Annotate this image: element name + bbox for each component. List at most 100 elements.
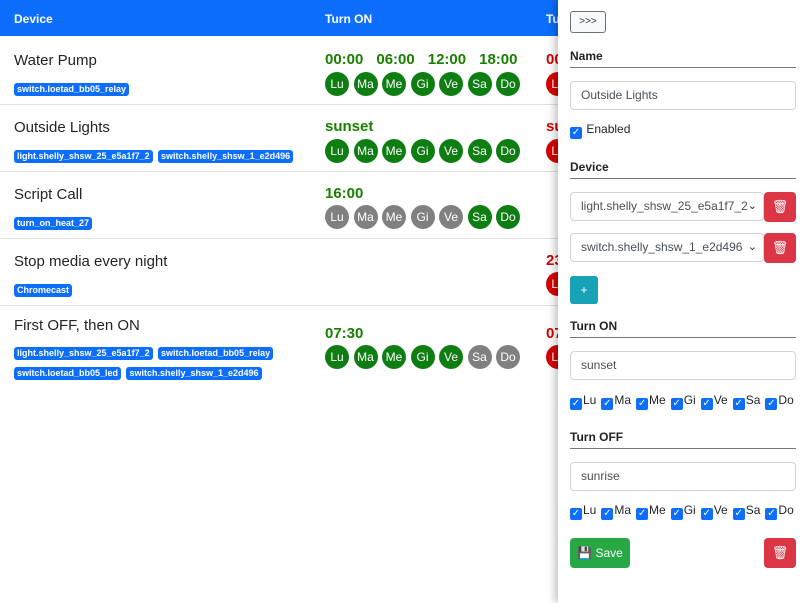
delete-schedule-button[interactable]: 🗑 (764, 538, 796, 568)
divider (570, 337, 796, 338)
day-checkbox-label: Me (649, 393, 666, 407)
entity-badges: Chromecast (14, 280, 314, 300)
turn-off-input[interactable]: sunrise (570, 462, 796, 491)
trash-icon: 🗑 (771, 240, 789, 255)
day-checkbox-label: Gi (683, 503, 696, 517)
day-badge: Ve (439, 72, 463, 96)
divider (570, 448, 796, 449)
day-checkbox[interactable]: ✓ (732, 508, 745, 520)
turn-on-times: sunset (325, 118, 386, 135)
enabled-checkbox-row[interactable]: ✓ Enabled (570, 122, 630, 139)
device-name: Stop media every night (14, 253, 168, 270)
device-name: Script Call (14, 186, 83, 203)
day-checkbox[interactable]: ✓ (732, 398, 745, 410)
day-badge: Lu (325, 345, 349, 369)
device-select-value: switch.shelly_shsw_1_e2d496 (581, 240, 743, 254)
device-name: First OFF, then ON (14, 317, 140, 334)
day-checkbox[interactable]: ✓ (700, 398, 713, 410)
day-checkbox[interactable]: ✓ (670, 508, 683, 520)
entity-badge: light.shelly_shsw_25_e5a1f7_2 (14, 150, 153, 163)
entity-badge: turn_on_heat_27 (14, 217, 93, 230)
day-checkbox-label: Sa (745, 393, 761, 407)
entity-badges: light.shelly_shsw_25_e5a1f7_2 switch.loe… (14, 343, 314, 383)
turn-on-time: 12:00 (427, 51, 467, 68)
chevron-down-icon: ⌄ (747, 200, 757, 212)
turn-on-day-checkboxes: ✓ Lu ✓ Ma ✓ Me ✓ Gi ✓ Ve ✓ Sa ✓ Do (570, 393, 799, 410)
day-badge: Sa (467, 139, 492, 163)
header-turn-on: Turn ON (325, 12, 373, 26)
turn-on-time: 18:00 (479, 51, 518, 68)
entity-badge: switch.loetad_bb05_relay (14, 83, 130, 96)
day-badge: Ma (353, 205, 378, 229)
day-badge: Lu (325, 205, 349, 229)
turn-on-title: Turn ON (570, 319, 618, 333)
day-badge: Me (382, 72, 406, 96)
day-badge: Sa (467, 345, 492, 369)
day-badge: Ma (353, 345, 378, 369)
device-select[interactable]: light.shelly_shsw_25_e5a1f7_2 ⌄ (570, 192, 764, 221)
day-checkbox-label: Lu (583, 503, 597, 517)
device-select[interactable]: switch.shelly_shsw_1_e2d496 ⌄ (570, 233, 764, 262)
day-badge: Do (496, 205, 520, 229)
entity-badges: turn_on_heat_27 (14, 213, 314, 233)
day-badge: Ve (439, 345, 463, 369)
day-checkbox[interactable]: ✓ (601, 398, 614, 410)
entity-badge: switch.loetad_bb05_relay (158, 347, 274, 360)
day-checkbox[interactable]: ✓ (670, 398, 683, 410)
turn-on-times: 07:30 (325, 325, 376, 342)
device-title: Device (570, 160, 609, 174)
day-checkbox[interactable]: ✓ (765, 398, 778, 410)
day-badge: Gi (410, 72, 435, 96)
turn-on-time: 06:00 (376, 51, 415, 68)
divider (570, 67, 796, 68)
day-checkbox-label: Do (778, 393, 794, 407)
entity-badge: switch.shelly_shsw_1_e2d496 (126, 367, 262, 380)
collapse-panel-button[interactable]: >>> (570, 11, 606, 33)
edit-panel: >>> Name Outside Lights ✓ Enabled Device… (558, 0, 805, 603)
day-checkbox-label: Ma (614, 503, 632, 517)
add-device-button[interactable]: + (570, 276, 598, 304)
turn-on-days: Lu Ma Me Gi Ve Sa Do (325, 139, 525, 163)
day-checkbox[interactable]: ✓ (765, 508, 778, 520)
entity-badge: Chromecast (14, 284, 73, 297)
turn-on-days: Lu Ma Me Gi Ve Sa Do (325, 72, 525, 96)
day-checkbox[interactable]: ✓ (570, 508, 582, 520)
header-device: Device (14, 12, 53, 26)
entity-badges: light.shelly_shsw_25_e5a1f7_2 switch.she… (14, 146, 314, 166)
day-checkbox-label: Me (649, 503, 666, 517)
device-select-value: light.shelly_shsw_25_e5a1f7_2 (581, 199, 748, 213)
day-badge: Do (496, 345, 520, 369)
day-checkbox[interactable]: ✓ (570, 398, 582, 410)
day-badge: Ma (353, 139, 378, 163)
day-checkbox-label: Lu (583, 393, 597, 407)
day-checkbox-label: Ma (614, 393, 632, 407)
save-icon: 💾 (577, 546, 593, 560)
turn-on-times: 00:00 06:00 12:00 18:00 (325, 51, 531, 68)
turn-on-input[interactable]: sunset (570, 351, 796, 380)
divider (570, 178, 796, 179)
save-label: Save (595, 546, 623, 560)
enabled-checkbox[interactable]: ✓ (570, 127, 582, 139)
turn-on-time: 16:00 (325, 185, 364, 202)
day-checkbox[interactable]: ✓ (636, 398, 649, 410)
remove-device-button[interactable]: 🗑 (764, 192, 796, 222)
turn-on-days: Lu Ma Me Gi Ve Sa Do (325, 205, 525, 229)
turn-on-time: 00:00 (325, 51, 364, 68)
day-checkbox-label: Sa (745, 503, 761, 517)
device-name: Outside Lights (14, 119, 110, 136)
day-checkbox[interactable]: ✓ (601, 508, 614, 520)
day-badge: Ma (353, 72, 378, 96)
day-badge: Do (496, 139, 520, 163)
day-checkbox[interactable]: ✓ (636, 508, 649, 520)
save-button[interactable]: 💾 Save (570, 538, 630, 568)
day-badge: Lu (325, 139, 349, 163)
name-input[interactable]: Outside Lights (570, 81, 796, 110)
day-badge: Me (382, 139, 406, 163)
day-badge: Sa (467, 72, 492, 96)
trash-icon: 🗑 (771, 545, 789, 560)
turn-on-time: 07:30 (325, 325, 364, 342)
day-badge: Ve (439, 205, 463, 229)
day-checkbox[interactable]: ✓ (700, 508, 713, 520)
remove-device-button[interactable]: 🗑 (764, 233, 796, 263)
day-badge: Me (382, 345, 406, 369)
